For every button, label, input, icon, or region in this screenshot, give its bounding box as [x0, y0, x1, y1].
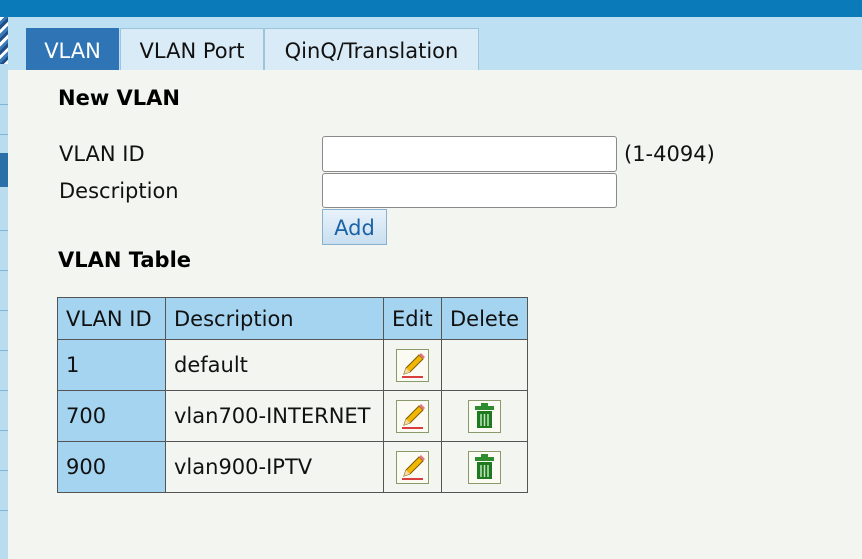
sidebar-divider [0, 134, 8, 135]
sidebar-divider [0, 230, 8, 231]
edit-cell [383, 390, 442, 442]
sidebar-divider [0, 350, 8, 351]
vlan-id-cell: 700 [57, 390, 166, 442]
description-cell: default [165, 339, 384, 391]
sidebar-divider [0, 390, 8, 391]
col-header-vlan-id: VLAN ID [57, 297, 166, 340]
vlan-id-input[interactable] [322, 136, 617, 172]
description-input[interactable] [322, 173, 617, 208]
vlan-id-label: VLAN ID [59, 142, 145, 166]
description-cell: vlan700-INTERNET [165, 390, 384, 442]
table-row: 900 vlan900-IPTV [57, 441, 528, 493]
col-header-edit: Edit [383, 297, 442, 340]
description-cell: vlan900-IPTV [165, 441, 384, 493]
edit-cell [383, 441, 442, 493]
delete-cell [441, 441, 528, 493]
trash-icon[interactable] [468, 399, 501, 433]
table-row: 700 vlan700-INTERNET [57, 390, 528, 442]
sidebar-divider [0, 470, 8, 471]
tab-vlan-port[interactable]: VLAN Port [120, 28, 264, 70]
top-bar [0, 0, 862, 17]
table-header-row: VLAN ID Description Edit Delete [57, 297, 528, 340]
edit-cell [383, 339, 442, 391]
vlan-table-title: VLAN Table [58, 248, 192, 272]
delete-cell [441, 390, 528, 442]
sidebar-active-item[interactable] [0, 153, 8, 187]
sidebar-divider [0, 430, 8, 431]
tab-qinq-translation[interactable]: QinQ/Translation [264, 28, 479, 70]
sidebar-divider [0, 310, 8, 311]
table-row: 1 default [57, 339, 528, 391]
pencil-icon[interactable] [396, 399, 429, 433]
sidebar-divider [0, 270, 8, 271]
vlan-id-cell: 900 [57, 441, 166, 493]
vlan-id-cell: 1 [57, 339, 166, 391]
pencil-icon[interactable] [396, 450, 429, 484]
sidebar-divider [0, 104, 8, 105]
left-sidebar-strip [0, 0, 8, 559]
trash-icon[interactable] [468, 450, 501, 484]
vlan-id-range-hint: (1-4094) [624, 142, 715, 166]
sidebar-divider [0, 510, 8, 511]
tab-bar: VLAN VLAN Port QinQ/Translation [8, 17, 862, 70]
col-header-description: Description [165, 297, 384, 340]
description-label: Description [59, 179, 179, 203]
new-vlan-title: New VLAN [58, 86, 180, 110]
tab-vlan[interactable]: VLAN [26, 28, 119, 70]
add-button[interactable]: Add [322, 209, 387, 245]
col-header-delete: Delete [441, 297, 528, 340]
delete-cell [441, 339, 528, 391]
pencil-icon[interactable] [396, 348, 429, 382]
vlan-table: VLAN ID Description Edit Delete 1 defaul… [57, 297, 528, 493]
